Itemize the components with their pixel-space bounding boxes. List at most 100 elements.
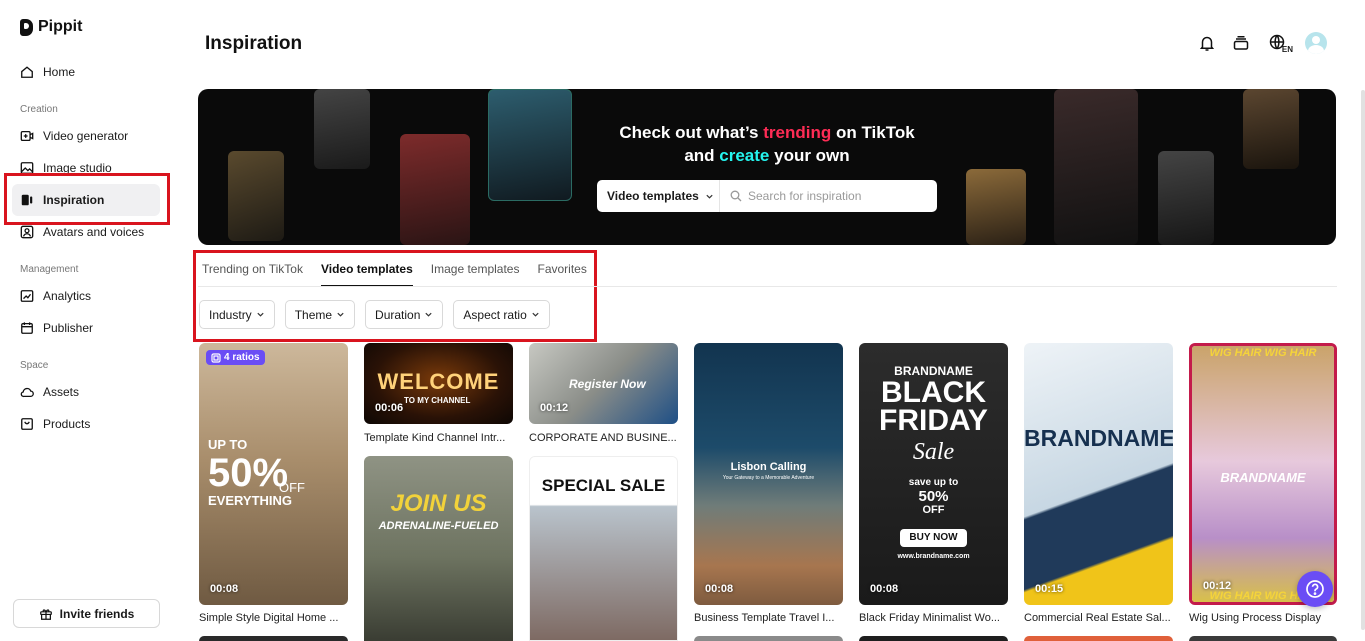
banner-thumbnail xyxy=(966,169,1026,245)
sidebar-item-avatars-voices[interactable]: Avatars and voices xyxy=(12,216,160,248)
tab-image-templates[interactable]: Image templates xyxy=(431,262,520,287)
duration-label: 00:08 xyxy=(210,583,239,595)
template-card-partial[interactable] xyxy=(1189,636,1337,641)
tab-trending-on-tiktok[interactable]: Trending on TikTok xyxy=(202,262,303,287)
filter-industry[interactable]: Industry xyxy=(199,300,275,329)
hero-banner: Check out what’s trending on TikTok and … xyxy=(198,89,1336,245)
section-label-management: Management xyxy=(20,264,79,275)
cards-icon[interactable] xyxy=(1231,32,1251,54)
headline-text: on TikTok xyxy=(831,123,915,142)
template-card[interactable]: BRANDNAME 00:15 xyxy=(1024,343,1173,605)
help-button[interactable] xyxy=(1297,571,1333,607)
sidebar-item-analytics[interactable]: Analytics xyxy=(12,280,160,312)
ratios-label: 4 ratios xyxy=(224,352,260,363)
chevron-down-icon xyxy=(257,312,264,317)
sidebar-item-label: Assets xyxy=(43,385,80,399)
template-card[interactable]: Register Now 00:12 xyxy=(529,343,678,424)
sidebar-item-video-generator[interactable]: Video generator xyxy=(12,120,160,152)
overlay-text: SPECIAL SALE xyxy=(541,476,666,495)
duration-label: 00:15 xyxy=(1035,583,1064,595)
cloud-icon xyxy=(20,385,34,399)
language-selector[interactable]: EN xyxy=(1265,32,1293,54)
overlay-text: WIG HAIR WIG HAIR xyxy=(1209,347,1317,359)
filter-aspect-ratio[interactable]: Aspect ratio xyxy=(453,300,550,329)
overlay-text: ADRENALINE-FUELED xyxy=(378,520,499,532)
headline-create: create xyxy=(719,146,770,165)
ratios-badge: 4 ratios xyxy=(206,350,265,365)
template-card-partial[interactable] xyxy=(199,636,348,641)
template-title[interactable]: Simple Style Digital Home ... xyxy=(199,612,348,624)
template-title[interactable]: Commercial Real Estate Sal... xyxy=(1024,612,1173,624)
duration-label: 00:12 xyxy=(540,402,569,414)
template-type-label: Video templates xyxy=(607,189,699,203)
pippit-logo-icon xyxy=(20,18,33,36)
sidebar-item-products[interactable]: Products xyxy=(12,408,160,440)
app-name: Pippit xyxy=(38,18,83,35)
overlay-text: 50% xyxy=(918,488,949,505)
headline-text: Check out what’s xyxy=(619,123,764,142)
sidebar-item-assets[interactable]: Assets xyxy=(12,376,160,408)
overlay-text: BRANDNAME xyxy=(1024,425,1173,451)
tab-favorites[interactable]: Favorites xyxy=(537,262,586,287)
gift-icon xyxy=(39,607,53,621)
app-logo[interactable]: Pippit xyxy=(20,18,82,36)
overlay-text: BLACK xyxy=(881,376,986,409)
sidebar-item-inspiration[interactable]: Inspiration xyxy=(12,184,160,216)
template-title[interactable]: Business Template Travel I... xyxy=(694,612,843,624)
filter-duration[interactable]: Duration xyxy=(365,300,444,329)
overlay-text: FRIDAY xyxy=(879,404,988,437)
overlay-text: Register Now xyxy=(569,377,646,391)
template-thumbnail xyxy=(1024,343,1173,605)
overlay-text: Lisbon Calling xyxy=(730,461,807,473)
invite-friends-button[interactable]: Invite friends xyxy=(13,599,160,628)
overlay-text: UP TO xyxy=(208,437,248,452)
template-thumbnail xyxy=(364,456,513,641)
template-title[interactable]: Template Kind Channel Intr... xyxy=(364,432,513,444)
question-icon xyxy=(1306,580,1324,598)
filter-theme[interactable]: Theme xyxy=(284,300,356,329)
sidebar-item-home[interactable]: Home xyxy=(12,56,160,88)
template-card[interactable]: BRANDNAME BLACK FRIDAY Sale save up to 5… xyxy=(859,343,1008,605)
headline-trending: trending xyxy=(763,123,832,142)
avatar[interactable] xyxy=(1305,32,1327,54)
template-card-partial[interactable] xyxy=(694,636,843,641)
sidebar-item-label: Image studio xyxy=(43,161,112,175)
overlay-text: BUY NOW xyxy=(900,529,967,547)
product-box-icon xyxy=(20,417,34,431)
template-card-partial[interactable] xyxy=(859,636,1008,641)
template-card[interactable]: 4 ratios UP TO 50% OFF EVERYTHING 00:08 xyxy=(199,343,348,605)
sidebar: Pippit Home Creation Video generator Ima… xyxy=(0,0,180,641)
template-type-select[interactable]: Video templates xyxy=(597,180,720,212)
language-code: EN xyxy=(1281,45,1293,54)
sidebar-item-publisher[interactable]: Publisher xyxy=(12,312,160,344)
overlay-text: Sale xyxy=(912,439,955,465)
template-card[interactable]: WELCOME TO MY CHANNEL 00:06 xyxy=(364,343,513,424)
filter-bar: Industry Theme Duration Aspect ratio xyxy=(199,300,550,329)
template-title[interactable]: CORPORATE AND BUSINE... xyxy=(529,432,678,444)
ratio-icon xyxy=(211,352,221,363)
scrollbar[interactable] xyxy=(1361,90,1365,630)
tab-video-templates[interactable]: Video templates xyxy=(320,262,413,287)
duration-label: 00:12 xyxy=(1203,580,1232,592)
template-tabs: Trending on TikTok Video templates Image… xyxy=(202,262,587,287)
search-input[interactable] xyxy=(742,181,937,211)
section-label-creation: Creation xyxy=(20,104,58,115)
template-card-partial[interactable] xyxy=(1024,636,1173,641)
template-card[interactable]: SPECIAL SALE xyxy=(529,456,678,641)
template-title[interactable]: Wig Using Process Display xyxy=(1189,612,1337,624)
template-card[interactable]: WIG HAIR WIG HAIR BRANDNAME WIG HAIR WIG… xyxy=(1189,343,1337,605)
sidebar-item-label: Inspiration xyxy=(43,193,105,207)
page-title: Inspiration xyxy=(205,33,303,54)
template-card[interactable]: JOIN US ADRENALINE-FUELED xyxy=(364,456,513,641)
chevron-down-icon xyxy=(425,312,433,317)
video-plus-icon xyxy=(20,129,34,143)
template-title[interactable]: Black Friday Minimalist Wo... xyxy=(859,612,1008,624)
sidebar-item-image-studio[interactable]: Image studio xyxy=(12,152,160,184)
chevron-down-icon xyxy=(337,312,344,317)
header-actions: EN xyxy=(1197,32,1327,54)
bell-icon[interactable] xyxy=(1197,32,1217,54)
analytics-icon xyxy=(20,289,34,303)
filter-label: Theme xyxy=(294,307,333,322)
template-card[interactable]: Lisbon Calling Your Gateway to a Memorab… xyxy=(694,343,843,605)
avatar-voice-icon xyxy=(20,225,34,239)
